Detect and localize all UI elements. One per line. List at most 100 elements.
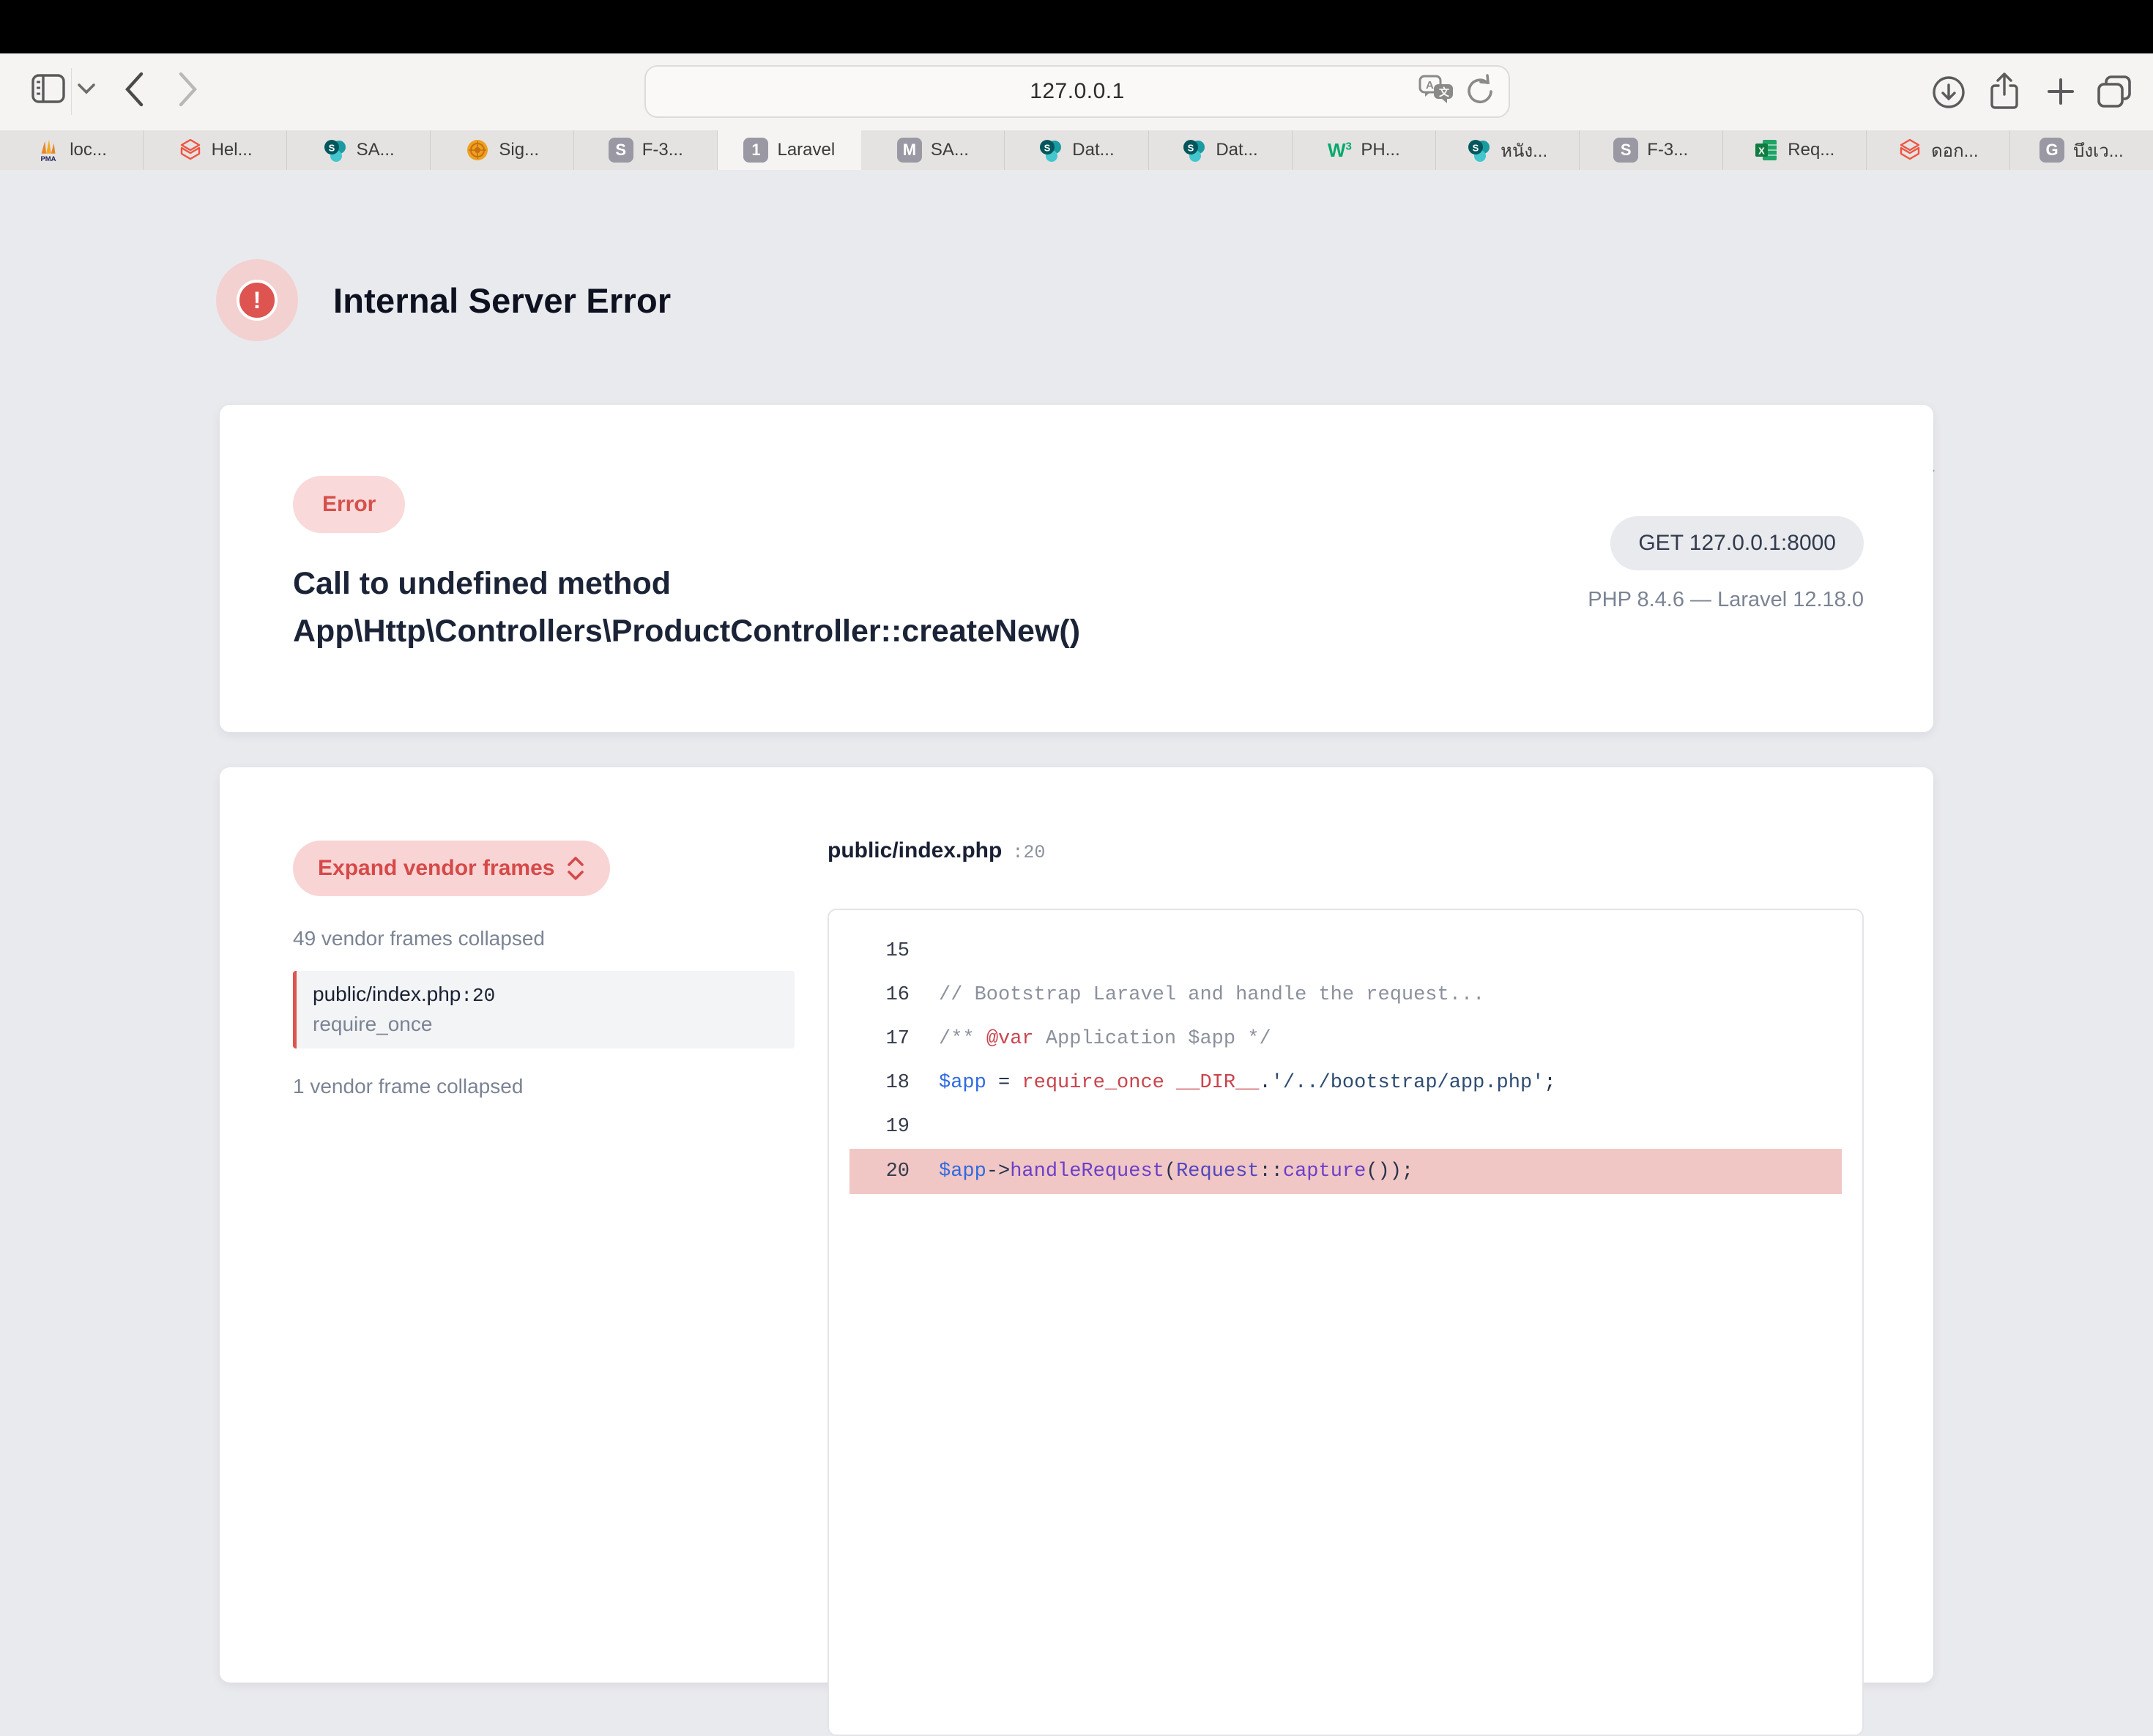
browser-tab[interactable]: M SA... [861, 130, 1005, 170]
orange-globe-favicon [465, 138, 490, 163]
version-info: PHP 8.4.6 — Laravel 12.18.0 [1588, 588, 1864, 612]
browser-tab[interactable]: G บึงเว... [2010, 130, 2153, 170]
browser-tab[interactable]: XReq... [1723, 130, 1867, 170]
letter-favicon: M [897, 138, 922, 163]
code-text: $app = require_once __DIR__.'/../bootstr… [910, 1072, 1556, 1094]
error-alert-icon: ! [216, 259, 298, 341]
stack-frames-column: Expand vendor frames 49 vendor frames co… [293, 841, 795, 1098]
browser-tab[interactable]: S หนัง... [1436, 130, 1580, 170]
line-number: 17 [829, 1028, 910, 1050]
share-icon[interactable] [1989, 72, 2020, 111]
line-number: 18 [829, 1072, 910, 1094]
request-method-badge: GET 127.0.0.1:8000 [1610, 516, 1864, 570]
code-line: 15 [829, 929, 1862, 973]
excel-favicon: X [1754, 138, 1779, 163]
page-title: Internal Server Error [333, 280, 671, 321]
vendor-frames-collapsed-top: 49 vendor frames collapsed [293, 927, 795, 950]
browser-tab[interactable]: Hel... [144, 130, 287, 170]
browser-tab[interactable]: S SA... [287, 130, 431, 170]
code-snippet: 1516// Bootstrap Laravel and handle the … [828, 909, 1864, 1736]
error-page: ! Internal Server Error Error Call to un… [0, 170, 2153, 1400]
code-line: 17/** @var Application $app */ [829, 1017, 1862, 1061]
tab-label: Hel... [212, 140, 253, 160]
svg-text:A: A [1426, 79, 1434, 92]
code-text: /** @var Application $app */ [910, 1028, 1271, 1050]
tab-label: Sig... [499, 140, 539, 160]
tab-label: loc... [70, 140, 107, 160]
error-type-badge: Error [293, 476, 405, 533]
tab-label: Dat... [1072, 140, 1114, 160]
downloads-icon[interactable] [1932, 75, 1966, 109]
line-number: 19 [829, 1116, 910, 1138]
svg-text:S: S [1044, 143, 1051, 154]
letter-favicon: S [1613, 138, 1638, 163]
code-file-name: public/index.php [828, 838, 1002, 863]
browser-tab-active[interactable]: 1Laravel [718, 130, 861, 170]
frame-file: public/index.php:20 [313, 983, 795, 1007]
browser-tab[interactable]: W3 PH... [1293, 130, 1436, 170]
svg-text:X: X [1758, 146, 1765, 157]
url-bar[interactable]: 127.0.0.1 A 文 [644, 65, 1510, 118]
svg-text:S: S [328, 143, 335, 154]
code-line-highlighted: 20$app->handleRequest(Request::capture()… [849, 1149, 1842, 1194]
tab-overview-icon[interactable] [2096, 74, 2132, 109]
tab-label: F-3... [1647, 140, 1688, 160]
line-number: 16 [829, 984, 910, 1006]
expand-vendor-frames-label: Expand vendor frames [318, 856, 554, 881]
letter-favicon: S [609, 138, 633, 163]
forward-icon[interactable] [177, 71, 199, 108]
sidebar-toggle-icon[interactable] [31, 74, 65, 103]
browser-tab[interactable]: S Dat... [1005, 130, 1148, 170]
tab-label: บึงเว... [2073, 136, 2124, 165]
stack-trace-card: Expand vendor frames 49 vendor frames co… [220, 767, 1933, 1683]
code-line-reference: :20 [1012, 842, 1045, 863]
error-message-card: Error Call to undefined method App\Http\… [220, 405, 1933, 732]
expand-vendor-frames-button[interactable]: Expand vendor frames [293, 841, 610, 896]
tab-label: PH... [1361, 140, 1399, 160]
back-icon[interactable] [123, 71, 145, 108]
reload-icon[interactable] [1465, 74, 1495, 110]
code-line: 16// Bootstrap Laravel and handle the re… [829, 973, 1862, 1017]
new-tab-icon[interactable] [2045, 75, 2077, 108]
browser-tab[interactable]: S Dat... [1149, 130, 1293, 170]
laravel-favicon [178, 138, 203, 163]
code-line: 19 [829, 1105, 1862, 1149]
browser-tab[interactable]: S F-3... [574, 130, 718, 170]
letter-favicon: 1 [743, 138, 768, 163]
url-text: 127.0.0.1 [1030, 79, 1125, 104]
error-message-line1: Call to undefined method [293, 560, 1080, 608]
page-header: ! Internal Server Error [216, 259, 671, 341]
laravel-favicon [1897, 138, 1922, 163]
stack-frame[interactable]: public/index.php:20 require_once [293, 971, 795, 1048]
tab-label: หนัง... [1501, 136, 1547, 165]
letter-favicon: G [2039, 138, 2064, 163]
phpmyadmin-favicon: PMA [36, 138, 61, 163]
tab-label: SA... [357, 140, 395, 160]
browser-tab[interactable]: Sig... [431, 130, 574, 170]
tab-label: Dat... [1216, 140, 1257, 160]
tab-label: SA... [931, 140, 969, 160]
code-column: public/index.php :20 1516// Bootstrap La… [828, 838, 1864, 1736]
svg-text:S: S [1188, 143, 1194, 154]
svg-text:S: S [1473, 143, 1479, 154]
browser-tab[interactable]: ดอก... [1867, 130, 2010, 170]
code-text: $app->handleRequest(Request::capture()); [910, 1161, 1413, 1182]
code-line: 18$app = require_once __DIR__.'/../boots… [829, 1061, 1862, 1105]
svg-text:文: 文 [1439, 86, 1450, 98]
sharepoint-favicon: S [323, 138, 348, 163]
toolbar-divider [71, 68, 72, 115]
sharepoint-favicon: S [1182, 138, 1207, 163]
code-header: public/index.php :20 [828, 838, 1864, 863]
tab-label: ดอก... [1931, 136, 1979, 165]
sharepoint-favicon: S [1038, 138, 1063, 163]
chevron-down-icon[interactable] [77, 83, 96, 94]
browser-tab[interactable]: PMA loc... [0, 130, 144, 170]
tab-label: F-3... [642, 140, 683, 160]
error-message-line2: App\Http\Controllers\ProductController::… [293, 608, 1080, 655]
translate-icon[interactable]: A 文 [1418, 74, 1454, 110]
frame-method: require_once [313, 1013, 795, 1036]
tab-bar: PMA loc... Hel... S SA... Sig... S F-3... 1Larav… [0, 130, 2153, 170]
macos-menubar [0, 0, 2153, 53]
w3schools-favicon: W3 [1327, 138, 1352, 163]
browser-tab[interactable]: S F-3... [1580, 130, 1723, 170]
